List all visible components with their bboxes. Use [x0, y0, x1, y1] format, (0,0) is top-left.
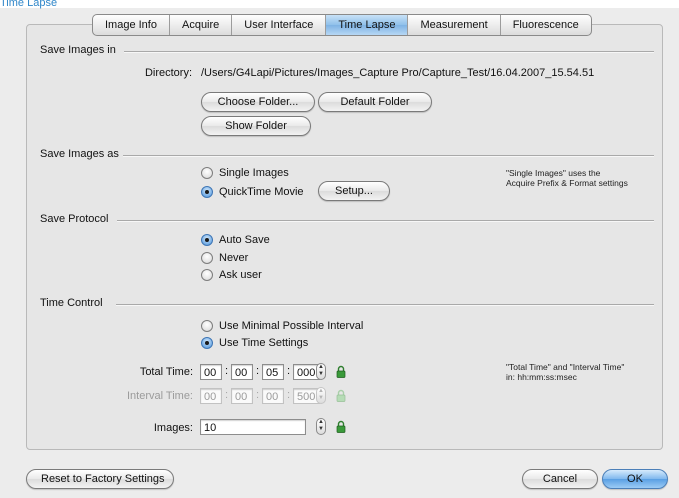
reset-factory-settings-button[interactable]: Reset to Factory Settings: [26, 469, 174, 489]
radio-never[interactable]: Never: [201, 252, 248, 264]
interval-time-stepper[interactable]: ▲ ▼: [316, 387, 326, 404]
radio-single-images[interactable]: Single Images: [201, 167, 289, 179]
choose-folder-button[interactable]: Choose Folder...: [201, 92, 315, 112]
default-folder-button[interactable]: Default Folder: [318, 92, 432, 112]
total-seconds-field[interactable]: 05: [262, 364, 284, 380]
note-line: in: hh:mm:ss:msec: [506, 372, 577, 382]
section-save-images-as: Save Images as: [40, 148, 119, 160]
images-label: Images:: [153, 422, 193, 434]
radio-indicator: [201, 167, 213, 179]
section-time-control: Time Control: [40, 297, 103, 309]
total-hours-field[interactable]: 00: [200, 364, 222, 380]
radio-label: Use Time Settings: [219, 337, 309, 349]
note-line: Acquire Prefix & Format settings: [506, 178, 628, 188]
radio-label: Use Minimal Possible Interval: [219, 320, 364, 332]
radio-label: QuickTime Movie: [219, 186, 304, 198]
radio-quicktime-movie[interactable]: QuickTime Movie: [201, 186, 304, 198]
tab-time-lapse[interactable]: Time Lapse: [326, 15, 409, 35]
section-save-protocol: Save Protocol: [40, 213, 109, 225]
tab-fluorescence[interactable]: Fluorescence: [501, 15, 591, 35]
radio-indicator: [201, 234, 213, 246]
radio-label: Never: [219, 252, 249, 264]
colon-separator: :: [225, 389, 229, 401]
cancel-button[interactable]: Cancel: [522, 469, 598, 489]
divider: [116, 304, 654, 306]
divider: [117, 220, 654, 222]
radio-label: Auto Save: [219, 234, 270, 246]
directory-label: Directory:: [144, 67, 192, 79]
colon-separator: :: [287, 389, 291, 401]
colon-separator: :: [225, 365, 229, 377]
images-stepper[interactable]: ▲ ▼: [316, 418, 326, 435]
interval-minutes-field[interactable]: 00: [231, 388, 253, 404]
interval-seconds-field[interactable]: 00: [262, 388, 284, 404]
settings-panel: [26, 24, 663, 450]
directory-path: /Users/G4Lapi/Pictures/Images_Capture Pr…: [201, 67, 595, 79]
note-line: "Total Time" and "Interval Time": [506, 362, 625, 372]
radio-minimal-interval[interactable]: Use Minimal Possible Interval: [201, 320, 363, 332]
show-folder-button[interactable]: Show Folder: [201, 116, 311, 136]
tab-acquire[interactable]: Acquire: [170, 15, 233, 35]
tab-image-info[interactable]: Image Info: [93, 15, 170, 35]
interval-hours-field[interactable]: 00: [200, 388, 222, 404]
divider: [124, 51, 654, 53]
total-time-label: Total Time:: [139, 366, 193, 378]
save-as-note: "Single Images" uses the Acquire Prefix …: [506, 168, 656, 188]
top-strip: Time Lapse: [0, 0, 679, 9]
radio-ask-user[interactable]: Ask user: [201, 269, 262, 281]
radio-indicator: [201, 320, 213, 332]
tab-bar: Image Info Acquire User Interface Time L…: [92, 14, 592, 36]
colon-separator: :: [256, 389, 260, 401]
colon-separator: :: [256, 365, 260, 377]
radio-label: Ask user: [219, 269, 262, 281]
divider: [123, 155, 654, 157]
radio-indicator: [201, 269, 213, 281]
lock-icon[interactable]: [336, 365, 346, 378]
interval-time-label: Interval Time:: [126, 390, 193, 402]
radio-indicator: [201, 337, 213, 349]
tab-user-interface[interactable]: User Interface: [232, 15, 327, 35]
window-title-fragment: Time Lapse: [0, 0, 58, 9]
radio-auto-save[interactable]: Auto Save: [201, 234, 270, 246]
radio-indicator: [201, 186, 213, 198]
radio-use-time-settings[interactable]: Use Time Settings: [201, 337, 308, 349]
radio-label: Single Images: [219, 167, 289, 179]
setup-button[interactable]: Setup...: [318, 181, 390, 201]
time-format-note: "Total Time" and "Interval Time" in: hh:…: [506, 362, 656, 382]
note-line: "Single Images" uses the: [506, 168, 601, 178]
lock-icon[interactable]: [336, 389, 346, 402]
section-save-images-in: Save Images in: [40, 44, 116, 56]
images-count-field[interactable]: 10: [200, 419, 306, 435]
total-minutes-field[interactable]: 00: [231, 364, 253, 380]
lock-icon[interactable]: [336, 420, 346, 433]
radio-indicator: [201, 252, 213, 264]
tab-measurement[interactable]: Measurement: [408, 15, 501, 35]
colon-separator: :: [287, 365, 291, 377]
ok-button[interactable]: OK: [602, 469, 668, 489]
total-time-stepper[interactable]: ▲ ▼: [316, 363, 326, 380]
